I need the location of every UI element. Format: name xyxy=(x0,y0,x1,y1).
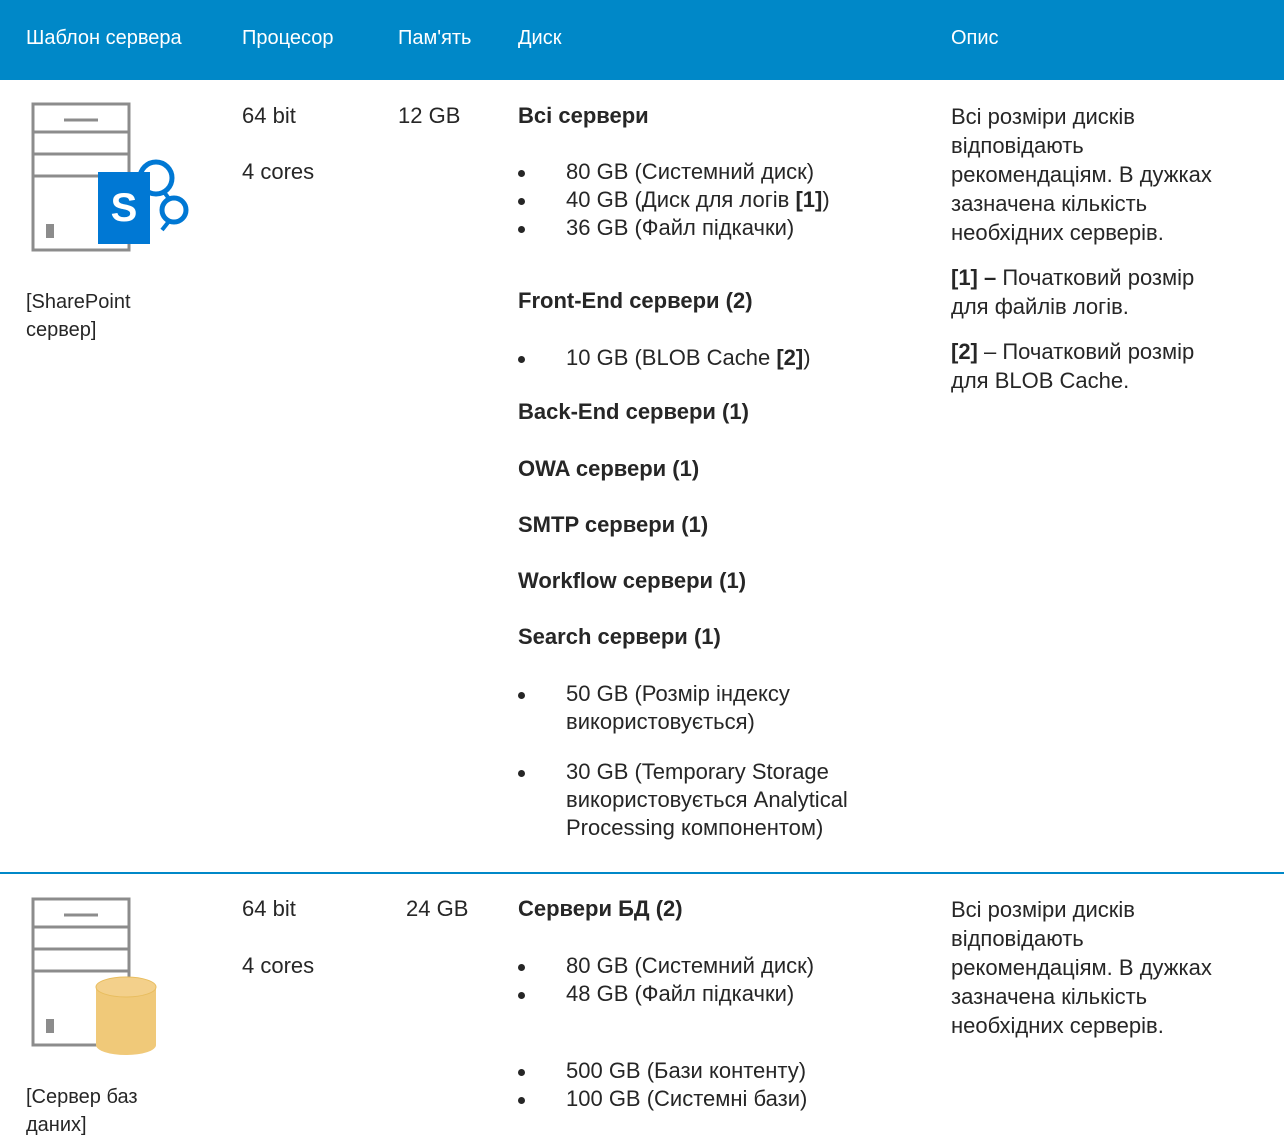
disk-workflow-title: Workflow сервери (1) xyxy=(518,568,747,593)
list-item: 36 GB (Файл підкачки) xyxy=(518,214,794,242)
description: Всі розміри дисків відповідають рекоменд… xyxy=(951,897,1212,1038)
list-item: 30 GB (Temporary Storage використовується… xyxy=(518,758,848,842)
sharepoint-server-icon: S xyxy=(31,102,189,252)
list-item: 80 GB (Системний диск) xyxy=(518,952,814,980)
list-item: 48 GB (Файл підкачки) xyxy=(518,980,794,1008)
memory-value: 24 GB xyxy=(406,896,469,921)
cpu-cores: 4 cores xyxy=(242,159,315,184)
list-item: 50 GB (Розмір індексу використовується) xyxy=(518,680,790,736)
memory-value: 12 GB xyxy=(398,103,461,128)
list-item: 80 GB (Системний диск) xyxy=(518,158,814,186)
cpu-cores: 4 cores xyxy=(242,953,315,978)
header-disk: Диск xyxy=(518,27,562,49)
header-template: Шаблон сервера xyxy=(26,27,182,49)
header-memory: Пам'ять xyxy=(398,27,472,49)
list-item: 100 GB (Системні бази) xyxy=(518,1085,807,1113)
disk-all-title: Всі сервери xyxy=(518,103,649,128)
disk-frontend-title: Front-End сервери (2) xyxy=(518,288,753,313)
list-item: 10 GB (BLOB Cache [2]) xyxy=(518,344,811,372)
list-item: 500 GB (Бази контенту) xyxy=(518,1057,806,1085)
row-divider xyxy=(0,872,1284,874)
database-caption: [Сервер баз даних] xyxy=(26,1086,138,1136)
disk-backend-title: Back-End сервери (1) xyxy=(518,399,749,424)
header-description: Опис xyxy=(951,27,999,49)
svg-text:S: S xyxy=(111,186,138,230)
sharepoint-caption: [SharePoint сервер] xyxy=(26,291,131,341)
description: Всі розміри дисків відповідають рекоменд… xyxy=(951,104,1212,393)
disk-smtp-title: SMTP сервери (1) xyxy=(518,512,709,537)
disk-search-title: Search сервери (1) xyxy=(518,624,721,649)
cpu-bits: 64 bit xyxy=(242,896,296,921)
disk-db-title: Сервери БД (2) xyxy=(518,896,683,921)
table-header: Шаблон сервера Процесор Пам'ять Диск Опи… xyxy=(0,0,1284,80)
disk-owa-title: OWA сервери (1) xyxy=(518,456,700,481)
list-item: 40 GB (Диск для логів [1]) xyxy=(518,186,830,214)
database-server-icon xyxy=(31,897,157,1055)
header-cpu: Процесор xyxy=(242,27,334,49)
cpu-bits: 64 bit xyxy=(242,103,296,128)
